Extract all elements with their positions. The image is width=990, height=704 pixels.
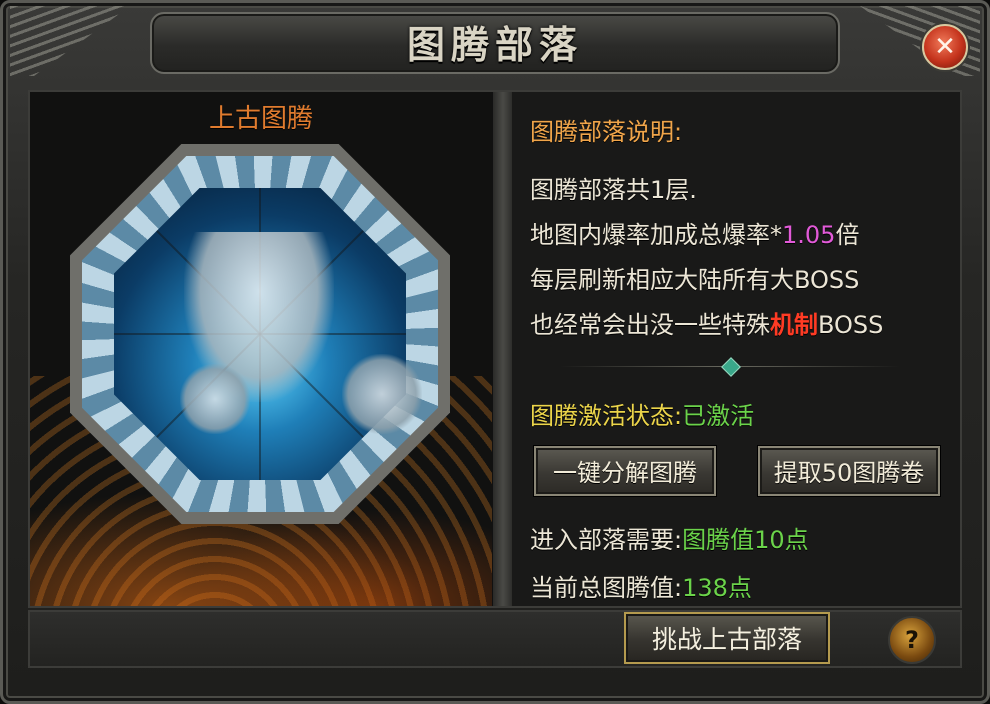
total-totem-value-number: 138点 bbox=[682, 574, 752, 602]
help-button[interactable]: ? bbox=[888, 616, 936, 664]
totem-skull-right-icon bbox=[342, 354, 422, 434]
mechanism-highlight: 机制 bbox=[770, 311, 818, 339]
decompose-totem-button[interactable]: 一键分解图腾 bbox=[534, 446, 716, 496]
total-totem-value: 当前总图腾值:138点 bbox=[530, 574, 752, 602]
challenge-ancient-tribe-button[interactable]: 挑战上古部落 bbox=[624, 612, 830, 664]
close-button[interactable]: ✕ bbox=[922, 24, 968, 70]
relic-label: 上古图腾 bbox=[208, 104, 313, 134]
info-line-droprate: 地图内爆率加成总爆率*1.05倍 bbox=[530, 221, 860, 249]
entry-requirement-value: 图腾值10点 bbox=[682, 526, 809, 554]
info-heading: 图腾部落说明: bbox=[530, 118, 683, 146]
info-line-floors: 图腾部落共1层. bbox=[530, 176, 697, 204]
info-line-special: 也经常会出没一些特殊机制BOSS bbox=[530, 311, 884, 339]
title-plate bbox=[150, 12, 840, 74]
totem-skull-left-icon bbox=[180, 364, 250, 434]
close-icon: ✕ bbox=[934, 32, 956, 62]
extract-totem-scroll-button[interactable]: 提取50图腾卷 bbox=[758, 446, 940, 496]
activation-status-value: 已激活 bbox=[682, 402, 755, 430]
entry-requirement: 进入部落需要:图腾值10点 bbox=[530, 526, 809, 554]
droprate-multiplier: 1.05 bbox=[782, 221, 836, 249]
info-line-refresh: 每层刷新相应大陆所有大BOSS bbox=[530, 266, 860, 294]
panel-divider bbox=[492, 92, 514, 606]
totem-display: 上古图腾 bbox=[30, 92, 492, 606]
activation-status: 图腾激活状态:已激活 bbox=[530, 402, 755, 430]
question-mark-icon: ? bbox=[905, 626, 919, 654]
